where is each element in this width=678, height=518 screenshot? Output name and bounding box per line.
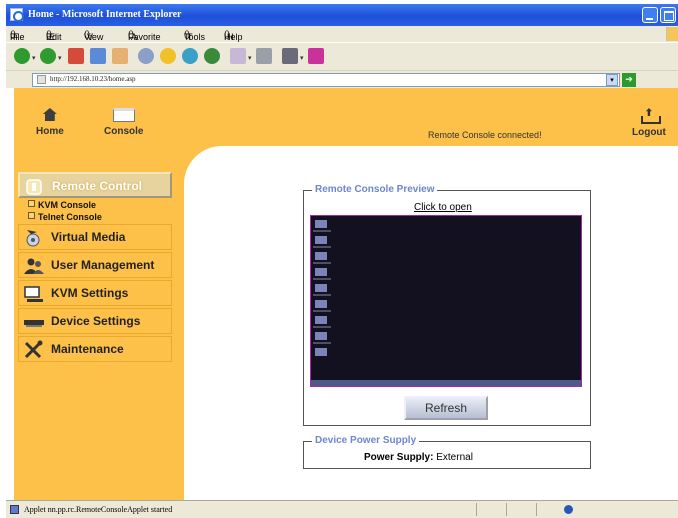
back-icon[interactable] bbox=[14, 48, 30, 64]
go-button[interactable]: ➔ bbox=[622, 73, 636, 87]
desktop-icon bbox=[315, 236, 327, 244]
device-power-supply-box: Device Power Supply Power Supply: Extern… bbox=[303, 435, 591, 469]
nav-logout-label: Logout bbox=[632, 127, 666, 138]
sidebar-item-virtual-media[interactable]: Virtual Media bbox=[18, 224, 172, 250]
power-supply-value: External bbox=[436, 452, 473, 463]
edit-dropdown-icon[interactable]: ▾ bbox=[300, 54, 304, 62]
sidebar-link-kvm-console[interactable]: KVM Console bbox=[28, 200, 96, 210]
forward-dropdown-icon[interactable]: ▾ bbox=[58, 54, 62, 62]
sidebar-item-kvm-settings[interactable]: KVM Settings bbox=[18, 280, 172, 306]
refresh-button[interactable]: Refresh bbox=[404, 396, 488, 420]
top-navigation: Home Console Remote Console connected! L… bbox=[14, 88, 678, 146]
desktop-icon bbox=[315, 252, 327, 260]
remote-taskbar bbox=[311, 380, 581, 386]
stop-icon[interactable] bbox=[68, 48, 84, 64]
kvm-icon bbox=[24, 286, 43, 302]
messenger-icon[interactable] bbox=[308, 48, 324, 64]
edit-icon[interactable] bbox=[282, 48, 298, 64]
forward-icon[interactable] bbox=[40, 48, 56, 64]
menu-file[interactable]: File(F) bbox=[10, 29, 25, 42]
power-supply-line: Power Supply: External bbox=[364, 452, 473, 463]
mail-icon[interactable] bbox=[230, 48, 246, 64]
menu-view[interactable]: View(V) bbox=[84, 29, 103, 42]
menu-favorite[interactable]: Favorite(A) bbox=[128, 29, 161, 42]
home-browser-icon[interactable] bbox=[112, 48, 128, 64]
sidebar-item-user-management[interactable]: User Management bbox=[18, 252, 172, 278]
remote-console-preview-box: Remote Console Preview Click to open Ref… bbox=[303, 184, 591, 426]
power-legend: Device Power Supply bbox=[312, 435, 420, 446]
console-icon bbox=[112, 108, 135, 122]
logout-icon bbox=[640, 108, 661, 124]
power-supply-label: Power Supply: bbox=[364, 452, 434, 463]
sidebar-item-label: User Management bbox=[51, 258, 155, 272]
page-icon bbox=[37, 75, 46, 84]
connection-status: Remote Console connected! bbox=[428, 130, 542, 140]
remote-control-icon bbox=[26, 179, 42, 195]
web-page: Home Console Remote Console connected! L… bbox=[14, 88, 678, 500]
click-to-open-link[interactable]: Click to open bbox=[414, 202, 472, 213]
windows-logo-icon bbox=[666, 27, 678, 41]
menu-bar: File(F) Edit(E) View(V) Favorite(A) Tool… bbox=[6, 26, 678, 42]
nav-console-label: Console bbox=[104, 126, 144, 137]
desktop-icon bbox=[315, 348, 327, 356]
history-icon[interactable] bbox=[204, 48, 220, 64]
device-icon bbox=[24, 320, 44, 327]
maximize-button[interactable] bbox=[660, 7, 676, 23]
sidebar-item-label: Device Settings bbox=[51, 314, 141, 328]
console-preview-screen[interactable] bbox=[310, 215, 582, 387]
desktop-icon bbox=[315, 284, 327, 292]
window-titlebar: Home - Microsoft Internet Explorer bbox=[6, 4, 678, 26]
main-content: Remote Console Preview Click to open Ref… bbox=[184, 146, 678, 500]
home-icon bbox=[42, 108, 57, 121]
status-text: Applet nn.pp.rc.RemoteConsoleApplet star… bbox=[24, 505, 173, 514]
preview-legend: Remote Console Preview bbox=[312, 184, 438, 195]
browser-toolbar: ▾ ▾ ▾ ▾ bbox=[6, 42, 678, 70]
desktop-icon bbox=[315, 316, 327, 324]
sidebar-item-label: Maintenance bbox=[51, 342, 124, 356]
search-icon[interactable] bbox=[138, 48, 154, 64]
internet-zone-icon bbox=[564, 505, 573, 514]
status-bar: Applet nn.pp.rc.RemoteConsoleApplet star… bbox=[6, 500, 678, 518]
users-icon bbox=[24, 258, 44, 274]
favorites-star-icon[interactable] bbox=[160, 48, 176, 64]
sidebar-link-telnet-console[interactable]: Telnet Console bbox=[28, 212, 102, 222]
tools-icon bbox=[24, 340, 43, 359]
desktop-icon bbox=[315, 332, 327, 340]
menu-help[interactable]: Help(H) bbox=[224, 29, 243, 42]
virtual-media-icon bbox=[26, 230, 40, 247]
ie-icon bbox=[10, 8, 24, 22]
desktop-icon bbox=[315, 220, 327, 228]
media-icon[interactable] bbox=[182, 48, 198, 64]
sidebar-item-maintenance[interactable]: Maintenance bbox=[18, 336, 172, 362]
refresh-icon[interactable] bbox=[90, 48, 106, 64]
desktop-icon bbox=[315, 300, 327, 308]
sidebar-item-remote-control[interactable]: Remote Control bbox=[18, 172, 172, 198]
back-dropdown-icon[interactable]: ▾ bbox=[32, 54, 36, 62]
mail-dropdown-icon[interactable]: ▾ bbox=[248, 54, 252, 62]
nav-console[interactable]: Console bbox=[104, 108, 143, 137]
sidebar-item-label: KVM Settings bbox=[51, 286, 129, 300]
window-title: Home - Microsoft Internet Explorer bbox=[28, 9, 182, 20]
nav-home-label: Home bbox=[36, 126, 64, 137]
nav-logout[interactable]: Logout bbox=[632, 108, 666, 138]
nav-home[interactable]: Home bbox=[36, 108, 64, 137]
menu-tools[interactable]: Tools(T) bbox=[184, 29, 205, 42]
address-bar: http://192.168.10.23/home.asp ▾ ➔ bbox=[6, 70, 678, 88]
minimize-button[interactable] bbox=[642, 7, 658, 23]
applet-icon bbox=[10, 505, 19, 514]
address-dropdown-icon[interactable]: ▾ bbox=[606, 74, 618, 86]
menu-edit[interactable]: Edit(E) bbox=[46, 29, 62, 42]
address-text[interactable]: http://192.168.10.23/home.asp bbox=[50, 75, 136, 83]
sidebar-item-label: Virtual Media bbox=[51, 230, 126, 244]
desktop-icon bbox=[315, 268, 327, 276]
sidebar-item-label: Remote Control bbox=[52, 179, 142, 193]
sidebar-item-device-settings[interactable]: Device Settings bbox=[18, 308, 172, 334]
print-icon[interactable] bbox=[256, 48, 272, 64]
